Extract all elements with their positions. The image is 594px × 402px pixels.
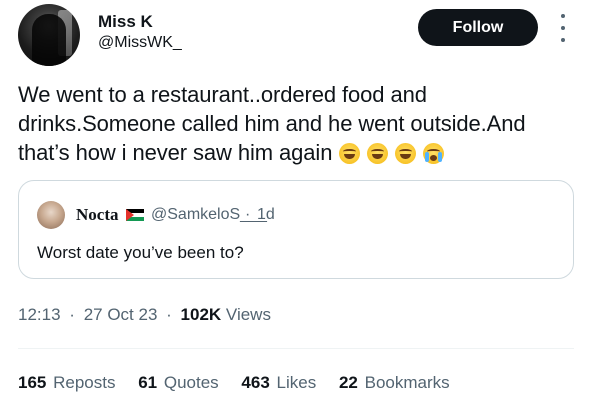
- quotes-label: Quotes: [163, 373, 219, 392]
- author-avatar[interactable]: [18, 4, 80, 66]
- likes-label: Likes: [276, 373, 317, 392]
- tweet-body: We went to a restaurant..ordered food an…: [18, 80, 578, 171]
- more-dot: [561, 26, 565, 30]
- bookmarks-count: 22: [338, 373, 358, 392]
- more-dot: [561, 14, 565, 18]
- engagement-stats: 165 Reposts 61 Quotes 463 Likes 22 Bookm…: [18, 373, 468, 393]
- tweet-meta: 12:13 · 27 Oct 23 · 102K Views: [18, 305, 271, 325]
- follow-button[interactable]: Follow: [418, 9, 538, 46]
- quotes-stat[interactable]: 61 Quotes: [138, 373, 218, 392]
- meta-separator: ·: [166, 305, 172, 324]
- quoted-text: Worst date you’ve been to?: [37, 243, 244, 262]
- tear-left: [425, 152, 430, 162]
- quotes-count: 61: [138, 373, 158, 392]
- author-name[interactable]: Miss K: [98, 12, 153, 32]
- likes-stat[interactable]: 463 Likes: [241, 373, 316, 392]
- reposts-label: Reposts: [53, 373, 116, 392]
- views-label: Views: [225, 305, 271, 324]
- author-handle[interactable]: @MissWK_: [98, 34, 182, 52]
- quoted-author-avatar[interactable]: [37, 201, 65, 229]
- more-dot: [561, 38, 565, 42]
- tweet-emojis: [338, 142, 445, 171]
- bookmarks-stat[interactable]: 22 Bookmarks: [339, 373, 450, 392]
- more-options-icon[interactable]: [558, 14, 568, 42]
- bookmarks-label: Bookmarks: [364, 373, 450, 392]
- tweet-text: We went to a restaurant..ordered food an…: [18, 82, 526, 165]
- reposts-stat[interactable]: 165 Reposts: [18, 373, 115, 392]
- meta-separator: ·: [69, 305, 75, 324]
- grinning-sweat-emoji: [367, 143, 389, 164]
- likes-count: 463: [241, 373, 270, 392]
- views-count: 102K: [180, 305, 222, 324]
- grinning-sweat-emoji: [395, 143, 417, 164]
- tweet-time[interactable]: 12:13: [18, 305, 61, 324]
- quoted-timestamp[interactable]: 1d: [257, 206, 275, 224]
- quoted-tweet-card[interactable]: Nocta @SamkeloS___ · 1d Worst date you’v…: [18, 180, 574, 279]
- grinning-sweat-emoji: [339, 143, 361, 164]
- palestine-flag-icon: [126, 209, 144, 221]
- tweet-date[interactable]: 27 Oct 23: [84, 305, 158, 324]
- divider: [18, 348, 574, 349]
- avatar-figure-shape: [32, 14, 66, 66]
- quoted-author-name[interactable]: Nocta: [76, 205, 118, 225]
- reposts-count: 165: [18, 373, 47, 392]
- quoted-separator: ·: [245, 206, 251, 223]
- crying-emoji: [423, 143, 445, 164]
- tear-right: [438, 152, 443, 162]
